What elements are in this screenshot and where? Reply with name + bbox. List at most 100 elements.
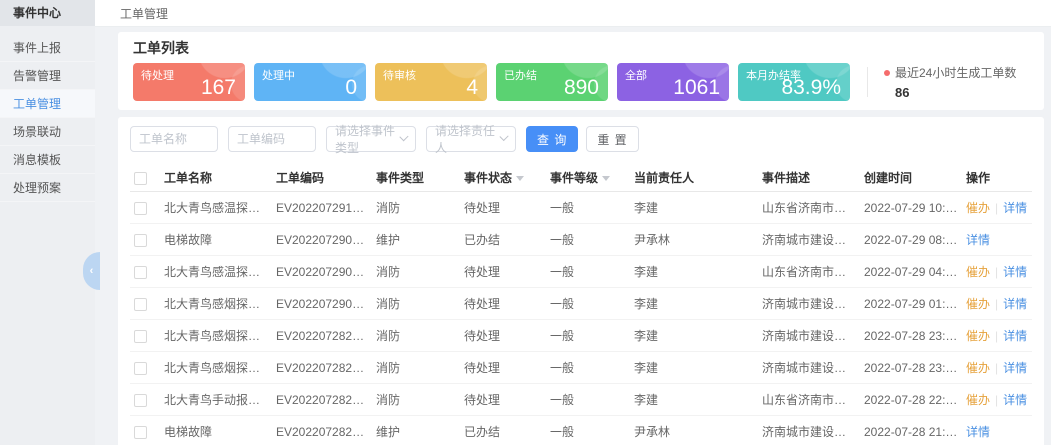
cell-desc: 济南城市建设大厦B3车... [758, 320, 860, 352]
action-separator: | [995, 361, 998, 375]
cell-code: EV20220728210903424 [272, 416, 372, 445]
row-checkbox[interactable] [134, 362, 147, 375]
detail-link[interactable]: 详情 [966, 425, 990, 439]
row-checkbox[interactable] [134, 330, 147, 343]
select-all-checkbox[interactable] [134, 172, 147, 185]
cell-actions: 催办|详情 [962, 288, 1032, 320]
breadcrumb-bar: 工单管理 [95, 0, 1051, 27]
sidebar-item-handling-plan[interactable]: 处理预案 [0, 174, 95, 202]
column-header: 事件等级 [546, 164, 630, 192]
filter-icon[interactable] [602, 176, 610, 181]
cell-type: 消防 [372, 352, 460, 384]
stat-card-to-review: 待审核4 [375, 63, 487, 101]
column-header: 工单名称 [160, 164, 272, 192]
table-row: 北大青鸟感烟探测器故障EV20220728235233362消防待处理一般李建济… [130, 320, 1032, 352]
content-area: 工单列表 待处理167处理中0待审核4已办结890全部1061本月办结率83.9… [95, 27, 1051, 445]
cell-name: 北大青鸟感烟探测器故障 [160, 288, 272, 320]
stat-card-value: 167 [201, 76, 236, 100]
row-checkbox[interactable] [134, 394, 147, 407]
cell-actions: 催办 | 详情 [962, 352, 1032, 384]
urge-link[interactable]: 催办 [966, 297, 990, 311]
cell-desc: 山东省济南市历下区济南... [758, 256, 860, 288]
detail-link[interactable]: 详情 [1003, 265, 1027, 279]
column-header: 事件状态 [460, 164, 546, 192]
row-checkbox[interactable] [134, 234, 147, 247]
urge-link[interactable]: 催办 [966, 329, 990, 343]
urge-link[interactable]: 催办 [966, 201, 990, 215]
row-checkbox-cell [130, 352, 160, 384]
cell-actions: 详情 [962, 224, 1032, 256]
action-separator: | [995, 393, 998, 407]
owner-select[interactable]: 请选择责任人 [426, 126, 516, 152]
sidebar-item-alarm-management[interactable]: 告警管理 [0, 62, 95, 90]
action-separator: | [995, 329, 998, 343]
row-checkbox[interactable] [134, 202, 147, 215]
cell-owner: 李建 [630, 384, 758, 416]
column-header-label: 工单名称 [164, 171, 212, 185]
table-row: 北大青鸟手动报警按钮故障EV20220728220014871消防待处理一般李建… [130, 384, 1032, 416]
cell-owner: 李建 [630, 320, 758, 352]
breadcrumb: 工单管理 [120, 5, 168, 22]
sidebar-item-event-report[interactable]: 事件上报 [0, 34, 95, 62]
stat-card-label: 待审核 [383, 67, 479, 83]
cell-code: EV20220728220014871 [272, 384, 372, 416]
table-row: 北大青鸟感烟探测器故障EV20220729011706036消防待处理一般李建济… [130, 288, 1032, 320]
sidebar-item-work-order[interactable]: 工单管理 [0, 90, 95, 118]
table-header-row: 工单名称工单编码事件类型事件状态事件等级当前责任人事件描述创建时间操作 [130, 164, 1032, 192]
cell-created: 2022-07-29 08:18:15 [860, 224, 962, 256]
work-order-table: 工单名称工单编码事件类型事件状态事件等级当前责任人事件描述创建时间操作 北大青鸟… [130, 164, 1032, 445]
urge-link[interactable]: 催办 [966, 361, 990, 375]
reset-button[interactable]: 重 置 [586, 126, 638, 152]
row-checkbox-cell [130, 224, 160, 256]
sidebar-collapse-handle[interactable]: ‹ [83, 252, 100, 290]
order-name-input[interactable] [130, 126, 218, 152]
column-header: 创建时间 [860, 164, 962, 192]
action-separator: | [995, 201, 998, 215]
cell-desc: 济南城市建设大厦消防梯... [758, 416, 860, 445]
sidebar: 事件中心 事件上报告警管理工单管理场景联动消息模板处理预案 ‹ [0, 0, 95, 445]
row-checkbox[interactable] [134, 298, 147, 311]
sidebar-item-message-template[interactable]: 消息模板 [0, 146, 95, 174]
column-header: 当前责任人 [630, 164, 758, 192]
cell-code: EV20220729044522068 [272, 256, 372, 288]
cell-code: EV20220729104130123 [272, 192, 372, 224]
detail-link[interactable]: 详情 [966, 233, 990, 247]
table-row: 电梯故障EV20220728210903424维护已办结一般尹承林济南城市建设大… [130, 416, 1032, 445]
cell-actions: 催办 | 详情 [962, 320, 1032, 352]
urge-link[interactable]: 催办 [966, 393, 990, 407]
urge-link[interactable]: 催办 [966, 265, 990, 279]
cell-level: 一般 [546, 192, 630, 224]
row-checkbox-cell [130, 256, 160, 288]
order-code-input[interactable] [228, 126, 316, 152]
cell-owner: 尹承林 [630, 416, 758, 445]
cell-owner: 李建 [630, 192, 758, 224]
stat-card-pending: 待处理167 [133, 63, 245, 101]
page-title: 工单列表 [133, 38, 1029, 58]
row-checkbox[interactable] [134, 266, 147, 279]
cell-type: 消防 [372, 288, 460, 320]
cell-status: 已办结 [460, 224, 546, 256]
cell-level: 一般 [546, 224, 630, 256]
cell-status: 待处理 [460, 288, 546, 320]
detail-link[interactable]: 详情 [1003, 393, 1027, 407]
cell-status: 待处理 [460, 256, 546, 288]
sidebar-item-scene-linkage[interactable]: 场景联动 [0, 118, 95, 146]
search-button[interactable]: 查 询 [526, 126, 578, 152]
detail-link[interactable]: 详情 [1003, 329, 1027, 343]
filter-icon[interactable] [516, 176, 524, 181]
detail-link[interactable]: 详情 [1003, 201, 1027, 215]
red-dot-icon [884, 70, 890, 76]
cell-created: 2022-07-28 21:09:18 [860, 416, 962, 445]
column-header-label: 工单编码 [276, 171, 324, 185]
cell-actions: 催办|详情 [962, 256, 1032, 288]
row-checkbox[interactable] [134, 426, 147, 439]
stat-card-value: 890 [564, 76, 599, 100]
cell-status: 待处理 [460, 320, 546, 352]
row-checkbox-cell [130, 192, 160, 224]
stat-card-processing: 处理中0 [254, 63, 366, 101]
detail-link[interactable]: 详情 [1003, 361, 1027, 375]
cell-name: 电梯故障 [160, 416, 272, 445]
event-type-select[interactable]: 请选择事件类型 [326, 126, 416, 152]
cell-status: 待处理 [460, 352, 546, 384]
detail-link[interactable]: 详情 [1003, 297, 1027, 311]
